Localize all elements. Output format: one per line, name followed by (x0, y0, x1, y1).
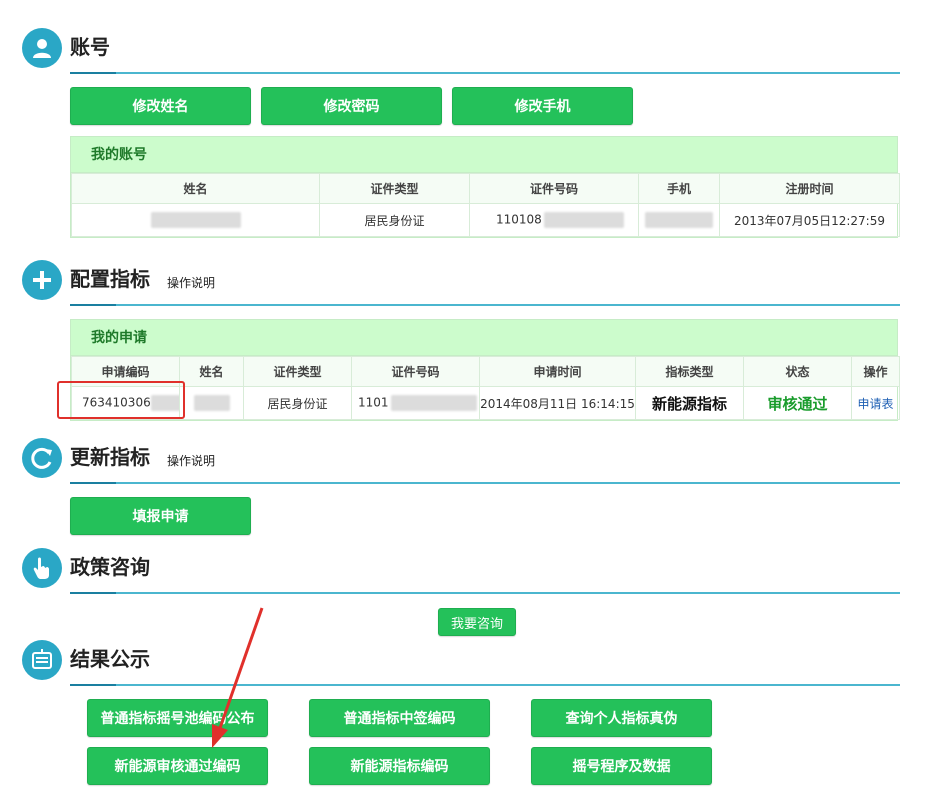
apply-code-highlight-box (57, 381, 185, 419)
application-form-link[interactable]: 申请表 (857, 397, 893, 411)
user-icon (22, 28, 62, 68)
cell-quota-type: 新能源指标 (635, 386, 744, 420)
col-register-time: 注册时间 (719, 173, 900, 204)
plus-icon (22, 260, 62, 300)
results-section-title: 结果公示 (70, 647, 150, 671)
consult-button[interactable]: 我要咨询 (438, 608, 516, 636)
update-instructions-link[interactable]: 操作说明 (167, 452, 215, 469)
bulletin-icon (22, 640, 62, 680)
cell-name (71, 203, 320, 237)
col-name: 姓名 (179, 356, 244, 387)
policy-section-rule (70, 592, 900, 594)
lottery-program-data-button[interactable]: 摇号程序及数据 (531, 747, 712, 785)
refresh-icon (22, 438, 62, 478)
table-row: 763410306 居民身份证 1101 2014年08月11日 16:14:1… (71, 386, 900, 420)
cell-apply-time: 2014年08月11日 16:14:15 (479, 386, 636, 420)
cell-id-number: 110108 (469, 203, 639, 237)
table-header-row: 申请编码 姓名 证件类型 证件号码 申请时间 指标类型 状态 操作 (71, 356, 900, 387)
cell-name (179, 386, 244, 420)
my-application-panel-title: 我的申请 (71, 320, 897, 356)
update-section-title: 更新指标 (70, 445, 150, 469)
change-password-button[interactable]: 修改密码 (261, 87, 442, 125)
pointer-hand-icon (22, 548, 62, 588)
cell-id-number: 1101 (351, 386, 480, 420)
col-id-type: 证件类型 (243, 356, 352, 387)
change-name-button[interactable]: 修改姓名 (70, 87, 251, 125)
col-id-number: 证件号码 (351, 356, 480, 387)
account-section-rule (70, 72, 900, 74)
results-section-header: 结果公示 (22, 640, 900, 690)
my-application-panel: 我的申请 申请编码 姓名 证件类型 证件号码 申请时间 指标类型 状态 操作 7… (70, 319, 900, 421)
update-section-header: 更新指标 操作说明 (22, 438, 900, 488)
my-account-table: 姓名 证件类型 证件号码 手机 注册时间 居民身份证 110108 2013年0… (71, 173, 900, 237)
redacted-phone (645, 212, 713, 228)
id-number-prefix: 1101 (358, 395, 389, 410)
config-section-title: 配置指标 (70, 267, 150, 291)
table-header-row: 姓名 证件类型 证件号码 手机 注册时间 (71, 173, 900, 204)
cell-id-type: 居民身份证 (319, 203, 470, 237)
col-id-number: 证件号码 (469, 173, 639, 204)
update-section-rule (70, 482, 900, 484)
my-account-panel-title: 我的账号 (71, 137, 897, 173)
col-action: 操作 (851, 356, 900, 387)
normal-pool-code-button[interactable]: 普通指标摇号池编码公布 (87, 699, 268, 737)
col-phone: 手机 (638, 173, 720, 204)
cell-action: 申请表 (851, 386, 900, 420)
cell-register-time: 2013年07月05日12:27:59 (719, 203, 900, 237)
policy-section-header: 政策咨询 (22, 548, 900, 598)
config-section-header: 配置指标 操作说明 (22, 260, 900, 310)
id-number-prefix: 110108 (496, 212, 542, 227)
account-section-title: 账号 (70, 35, 110, 59)
account-section-header: 账号 (22, 28, 900, 78)
cell-id-type: 居民身份证 (243, 386, 352, 420)
col-id-type: 证件类型 (319, 173, 470, 204)
redacted-name (193, 395, 230, 411)
nev-quota-code-button[interactable]: 新能源指标编码 (309, 747, 490, 785)
col-quota-type: 指标类型 (635, 356, 744, 387)
cell-status: 审核通过 (743, 386, 852, 420)
verify-personal-quota-button[interactable]: 查询个人指标真伪 (531, 699, 712, 737)
my-account-panel: 我的账号 姓名 证件类型 证件号码 手机 注册时间 居民身份证 110108 2… (70, 136, 900, 238)
change-phone-button[interactable]: 修改手机 (452, 87, 633, 125)
nev-approved-code-button[interactable]: 新能源审核通过编码 (87, 747, 268, 785)
results-section-rule (70, 684, 900, 686)
col-name: 姓名 (71, 173, 320, 204)
redacted-id-number (390, 395, 477, 411)
my-application-table: 申请编码 姓名 证件类型 证件号码 申请时间 指标类型 状态 操作 763410… (71, 356, 900, 420)
cell-phone (638, 203, 720, 237)
config-section-rule (70, 304, 900, 306)
redacted-name (150, 212, 241, 228)
policy-section-title: 政策咨询 (70, 555, 150, 579)
table-row: 居民身份证 110108 2013年07月05日12:27:59 (71, 203, 900, 237)
config-instructions-link[interactable]: 操作说明 (167, 274, 215, 291)
col-apply-time: 申请时间 (479, 356, 636, 387)
col-status: 状态 (743, 356, 852, 387)
fill-application-button[interactable]: 填报申请 (70, 497, 251, 535)
normal-winning-code-button[interactable]: 普通指标中签编码 (309, 699, 490, 737)
redacted-id-number (543, 212, 624, 228)
